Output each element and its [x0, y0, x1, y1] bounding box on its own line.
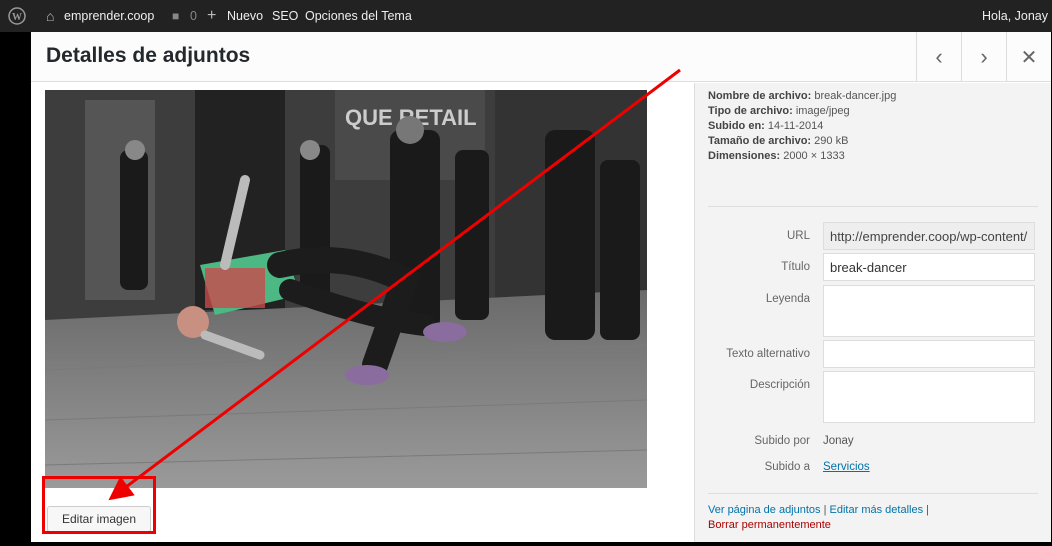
attachment-actions: Ver página de adjuntos | Editar más deta… — [708, 503, 929, 533]
plus-icon[interactable]: + — [207, 0, 216, 32]
url-label: URL — [786, 230, 810, 242]
attachment-info-sidebar: Nombre de archivo: break-dancer.jpg Tipo… — [694, 83, 1051, 542]
title-field[interactable]: break-dancer — [823, 253, 1035, 281]
comment-icon[interactable]: ■ — [172, 0, 179, 32]
filetype-label: Tipo de archivo: — [708, 105, 793, 117]
edit-more-details-link[interactable]: Editar más detalles — [830, 504, 924, 516]
new-menu[interactable]: Nuevo — [227, 0, 263, 32]
dimensions-label: Dimensiones: — [708, 150, 781, 162]
close-button[interactable]: ✕ — [1006, 32, 1051, 82]
uploaded-to-link[interactable]: Servicios — [823, 461, 870, 473]
uploaded-by-value: Jonay — [823, 435, 854, 447]
file-details: Nombre de archivo: break-dancer.jpg Tipo… — [708, 89, 896, 164]
theme-options-menu[interactable]: Opciones del Tema — [305, 0, 412, 32]
uploaded-on-label: Subido en: — [708, 120, 765, 132]
next-button[interactable]: › — [961, 32, 1006, 82]
svg-text:W: W — [12, 12, 22, 23]
seo-menu[interactable]: SEO — [272, 0, 298, 32]
separator: | — [820, 504, 830, 516]
description-label: Descripción — [749, 379, 810, 391]
filetype-value: image/jpeg — [795, 105, 850, 117]
previous-button[interactable]: ‹ — [916, 32, 961, 82]
home-icon: ⌂ — [46, 8, 55, 24]
alt-text-label: Texto alternativo — [726, 348, 810, 360]
caption-textarea[interactable] — [823, 285, 1035, 337]
delete-permanently-link[interactable]: Borrar permanentemente — [708, 519, 831, 531]
modal-header: Detalles de adjuntos ‹ › ✕ — [31, 32, 1051, 82]
modal-title: Detalles de adjuntos — [46, 44, 251, 67]
divider — [708, 206, 1038, 207]
uploaded-by-label: Subido por — [754, 435, 810, 447]
wordpress-logo-icon[interactable]: W — [8, 7, 26, 25]
filename-label: Nombre de archivo: — [708, 90, 812, 102]
uploaded-on-value: 14-11-2014 — [767, 120, 824, 132]
filename-value: break-dancer.jpg — [814, 90, 897, 102]
divider — [708, 493, 1038, 494]
comment-count: 0 — [190, 9, 197, 23]
description-textarea[interactable] — [823, 371, 1035, 423]
url-field[interactable]: http://emprender.coop/wp-content/ — [823, 222, 1035, 250]
admin-bar: W ⌂ emprender.coop ■ 0 + Nuevo SEO Opcio… — [0, 0, 1052, 32]
file-size-label: Tamaño de archivo: — [708, 135, 812, 147]
uploaded-to-label: Subido a — [764, 461, 810, 473]
dimensions-value: 2000 × 1333 — [783, 150, 845, 162]
separator: | — [923, 504, 929, 516]
chevron-left-icon: ‹ — [935, 44, 943, 69]
view-attachment-page-link[interactable]: Ver página de adjuntos — [708, 504, 821, 516]
user-greeting[interactable]: Hola, Jonay — [982, 0, 1048, 32]
alt-text-field[interactable] — [823, 340, 1035, 368]
annotation-highlight-box — [42, 476, 156, 534]
file-size-value: 290 kB — [814, 135, 849, 147]
title-label: Título — [781, 261, 810, 273]
chevron-right-icon: › — [980, 44, 988, 69]
attachment-image: QUE RETAIL — [45, 90, 647, 488]
caption-label: Leyenda — [765, 293, 810, 305]
attachment-details-modal: Detalles de adjuntos ‹ › ✕ QUE RETAIL Ed… — [31, 32, 1051, 542]
close-icon: ✕ — [1020, 46, 1038, 69]
site-name-link[interactable]: emprender.coop — [64, 0, 154, 32]
